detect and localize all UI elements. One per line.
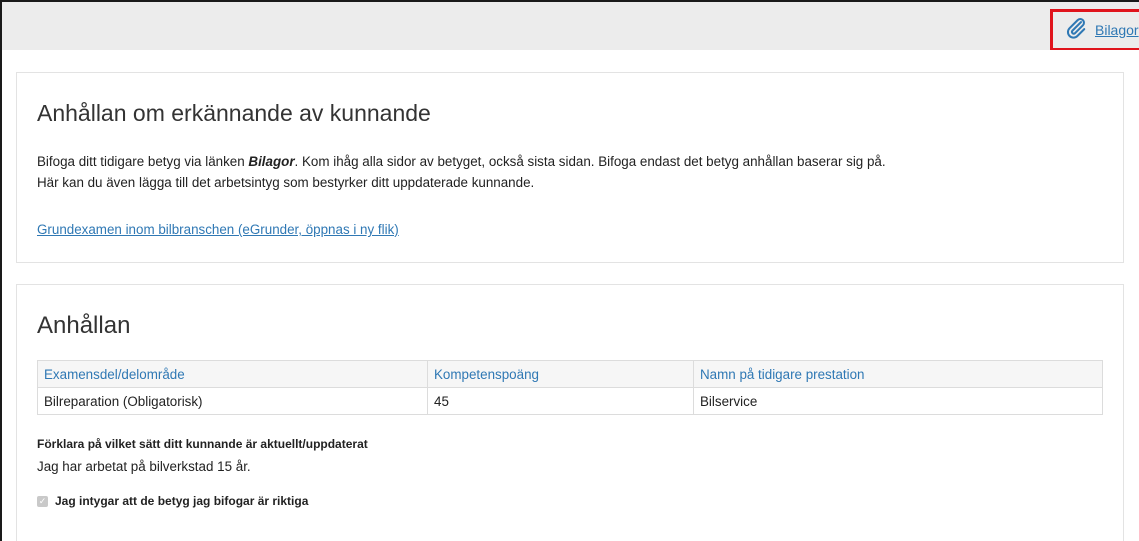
confirm-label: Jag intygar att de betyg jag bifogar är … (55, 494, 309, 508)
intro-bilagor-word: Bilagor (248, 154, 295, 169)
top-toolbar (2, 2, 1139, 50)
confirmation-row: ✓ Jag intygar att de betyg jag bifogar ä… (37, 494, 308, 508)
section-title: Anhållan (37, 312, 131, 339)
request-table: Examensdel/delområde Kompetenspoäng Namn… (37, 360, 1103, 415)
table-cell: Bilreparation (Obligatorisk) (37, 387, 428, 415)
egrunder-link[interactable]: Grundexamen inom bilbranschen (eGrunder,… (37, 222, 399, 237)
info-panel: Anhållan om erkännande av kunnande Bifog… (16, 72, 1124, 263)
explanation-value: Jag har arbetat på bilverkstad 15 år. (37, 459, 251, 474)
instructions-text: Bifoga ditt tidigare betyg via länken Bi… (37, 151, 886, 193)
column-header: Namn på tidigare prestation (693, 360, 1103, 388)
attachments-link[interactable]: Bilagor (1095, 22, 1139, 38)
table-header-row: Examensdel/delområde Kompetenspoäng Namn… (37, 360, 1103, 388)
intro-line-2: Här kan du även lägga till det arbetsint… (37, 175, 535, 190)
intro-prefix: Bifoga ditt tidigare betyg via länken (37, 154, 249, 169)
paperclip-icon (1065, 16, 1087, 45)
page-title: Anhållan om erkännande av kunnande (37, 100, 431, 126)
table-cell: 45 (427, 387, 694, 415)
request-panel: Anhållan Examensdel/delområde Kompetensp… (16, 284, 1124, 541)
table-row: Bilreparation (Obligatorisk) 45 Bilservi… (37, 387, 1103, 415)
column-header: Examensdel/delområde (37, 360, 428, 388)
column-header: Kompetenspoäng (427, 360, 694, 388)
confirm-checkbox[interactable]: ✓ (37, 495, 48, 507)
explanation-label: Förklara på vilket sätt ditt kunnande är… (37, 437, 368, 451)
table-cell: Bilservice (693, 387, 1103, 415)
attachments-button[interactable]: Bilagor (1050, 9, 1139, 51)
intro-suffix: . Kom ihåg alla sidor av betyget, också … (294, 154, 886, 169)
